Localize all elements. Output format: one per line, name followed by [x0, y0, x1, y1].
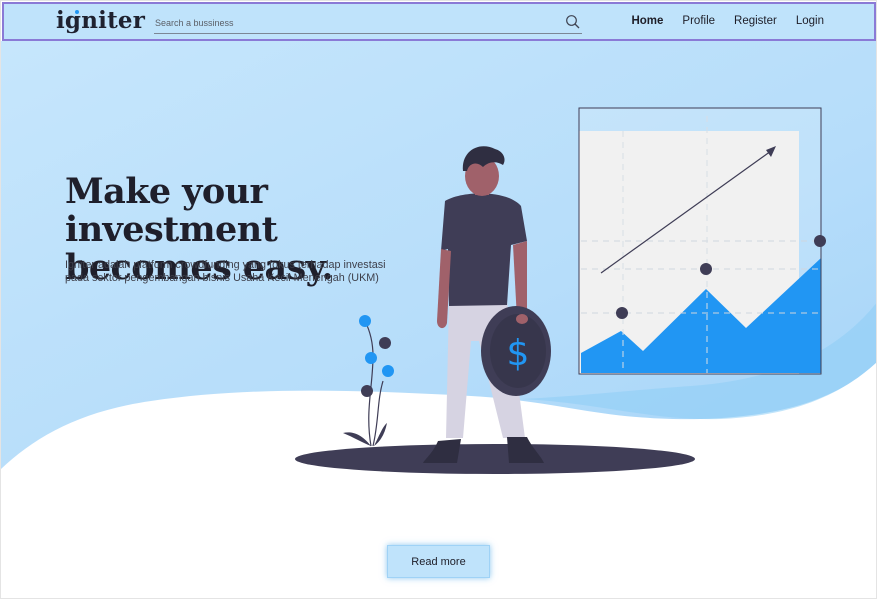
landing-page: $ igniter Home Profile Register Login Ma… [0, 0, 877, 599]
hero-description: Igniter adalah platform crowdfunding yan… [65, 259, 386, 284]
hero-title-line-1: Make your investment [65, 171, 278, 250]
brand-logo-dot [75, 10, 79, 14]
hero-background [1, 41, 876, 469]
read-more-button[interactable]: Read more [387, 545, 490, 578]
nav-register-link[interactable]: Register [734, 15, 777, 27]
search-bar [154, 13, 582, 34]
nav-home-link[interactable]: Home [631, 15, 663, 27]
search-input[interactable] [154, 13, 554, 33]
brand-logo[interactable]: igniter [56, 7, 145, 34]
nav-profile-link[interactable]: Profile [682, 15, 715, 27]
search-icon[interactable] [565, 14, 581, 30]
nav-login-link[interactable]: Login [796, 15, 824, 27]
top-navbar: igniter Home Profile Register Login [2, 2, 876, 41]
nav-menu: Home Profile Register Login [612, 15, 824, 27]
